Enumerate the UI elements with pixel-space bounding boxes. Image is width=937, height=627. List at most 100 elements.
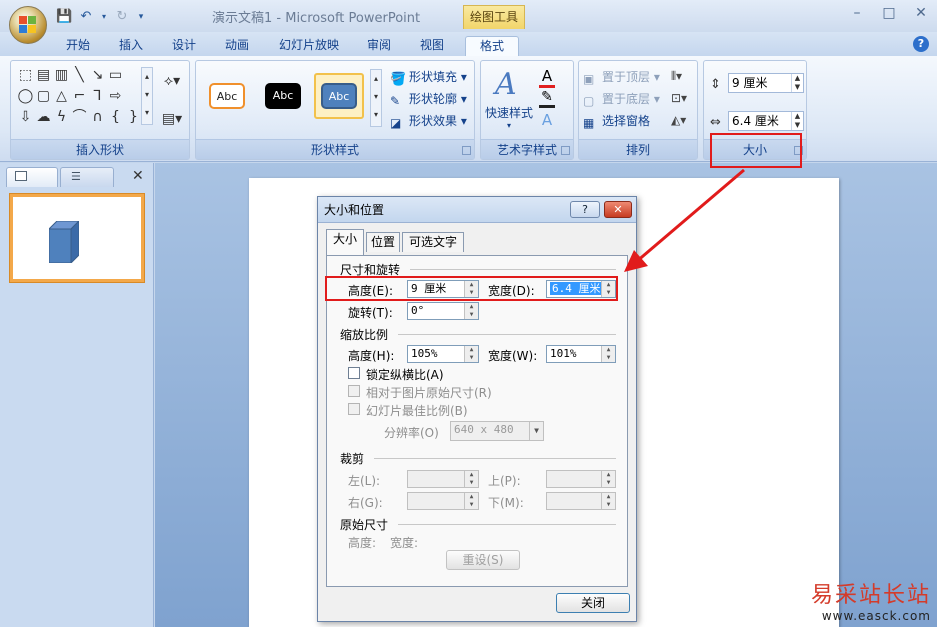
wordart-launcher-icon[interactable] xyxy=(561,146,570,155)
undo-dropdown-icon[interactable]: ▾ xyxy=(100,9,108,25)
tab-format[interactable]: 格式 xyxy=(465,36,519,56)
dialog-close-button[interactable]: 关闭 xyxy=(556,593,630,613)
shape-style-orange-outline[interactable]: Abc xyxy=(202,73,252,119)
edit-shape-icon[interactable]: ⟡▾ xyxy=(159,73,185,90)
textbox-insert-icon[interactable]: ▤▾ xyxy=(159,111,185,128)
curve-shape-icon[interactable]: ∩ xyxy=(89,109,106,126)
watermark: 易采站长站 www.easck.com xyxy=(811,577,931,623)
crop-bottom-input[interactable]: ▲ ▼ xyxy=(546,492,616,510)
vertical-textbox-shape-icon[interactable]: ▥ xyxy=(53,67,70,84)
tab-review[interactable]: 审阅 xyxy=(359,36,399,56)
lock-aspect-checkbox[interactable] xyxy=(348,367,360,379)
scale-width-spin-icon[interactable]: ▲ ▼ xyxy=(601,346,615,362)
crop-left-spin-icon[interactable]: ▲ ▼ xyxy=(464,471,478,487)
style-gallery-scroll[interactable]: ▴ ▾ ▾ xyxy=(370,69,382,127)
rotate-icon[interactable]: ◭▾ xyxy=(671,113,686,127)
textbox-shape-icon[interactable]: ▤ xyxy=(35,67,52,84)
annotation-arrow-icon xyxy=(624,168,745,272)
minimize-icon[interactable]: – xyxy=(841,4,873,24)
shape-width-input[interactable]: 6.4 厘米 ▲ ▼ xyxy=(728,111,804,131)
crop-right-spin-icon[interactable]: ▲ ▼ xyxy=(464,493,478,509)
crop-left-input[interactable]: ▲ ▼ xyxy=(407,470,479,488)
width-spinner-icon[interactable]: ▲ ▼ xyxy=(791,112,803,130)
shapes-gallery-scroll[interactable]: ▴ ▾ ▾ xyxy=(141,67,153,125)
dialog-help-button[interactable]: ? xyxy=(570,201,600,218)
shape-fill-button[interactable]: 🪣 形状填充 ▾ xyxy=(390,67,467,87)
rectangle-shape-icon[interactable]: ▭ xyxy=(107,67,124,84)
cloud-shape-icon[interactable]: ☁ xyxy=(35,109,52,126)
dialog-tab-alt-text[interactable]: 可选文字 xyxy=(402,232,464,252)
height-spinner-icon[interactable]: ▲ ▼ xyxy=(791,74,803,92)
wordart-a-icon[interactable]: A xyxy=(495,67,517,102)
pane-tabs: ☰ ✕ xyxy=(6,167,150,187)
group-insert-shapes: ⬚ ▤ ▥ ╲ ↘ ▭ ◯ ▢ △ ⌐ ⅂ ⇨ ⇩ ☁ ϟ ⌒ ∩ { } ▴ ▾… xyxy=(10,60,190,160)
tab-insert[interactable]: 插入 xyxy=(111,36,151,56)
crop-top-input[interactable]: ▲ ▼ xyxy=(546,470,616,488)
undo-icon[interactable]: ↶ xyxy=(78,9,94,25)
relative-original-checkbox[interactable] xyxy=(348,385,360,397)
lightning-shape-icon[interactable]: ϟ xyxy=(53,109,70,126)
elbow-arrow-connector-icon[interactable]: ⅂ xyxy=(89,88,106,105)
scale-height-input[interactable]: 105% ▲ ▼ xyxy=(407,345,479,363)
slides-tab-icon[interactable] xyxy=(6,167,58,187)
crop-bottom-spin-icon[interactable]: ▲ ▼ xyxy=(601,493,615,509)
text-effects-icon[interactable]: A xyxy=(539,111,555,129)
elbow-connector-icon[interactable]: ⌐ xyxy=(71,88,88,105)
redo-icon[interactable]: ↻ xyxy=(114,9,130,25)
send-to-back-button[interactable]: ▢ 置于底层 ▾ xyxy=(583,89,660,109)
resolution-select[interactable]: 640 x 480 ▼ xyxy=(450,421,544,441)
dialog-tab-position[interactable]: 位置 xyxy=(366,232,400,252)
text-outline-icon[interactable]: ✎ xyxy=(539,89,555,108)
arrow-line-shape-icon[interactable]: ↘ xyxy=(89,67,106,84)
arc-shape-icon[interactable]: ⌒ xyxy=(71,109,88,126)
tab-home[interactable]: 开始 xyxy=(58,36,98,56)
shape-height-input[interactable]: 9 厘米 ▲ ▼ xyxy=(728,73,804,93)
shape-style-black[interactable]: Abc xyxy=(258,73,308,119)
scale-height-spin-icon[interactable]: ▲ ▼ xyxy=(464,346,478,362)
down-arrow-shape-icon[interactable]: ⇩ xyxy=(17,109,34,126)
slide-thumbnail[interactable] xyxy=(10,194,144,282)
maximize-icon[interactable]: □ xyxy=(873,4,905,24)
triangle-shape-icon[interactable]: △ xyxy=(53,88,70,105)
tab-view[interactable]: 视图 xyxy=(412,36,452,56)
text-fill-icon[interactable]: A xyxy=(539,67,555,88)
bring-to-front-button[interactable]: ▣ 置于顶层 ▾ xyxy=(583,67,660,87)
brace-shape-icon[interactable]: { xyxy=(107,109,124,126)
resolution-dropdown-icon[interactable]: ▼ xyxy=(529,422,543,440)
cube-shape-icon[interactable]: ⬚ xyxy=(17,67,34,84)
rotation-input[interactable]: 0° ▲ ▼ xyxy=(407,302,479,320)
rounded-rect-shape-icon[interactable]: ▢ xyxy=(35,88,52,105)
close-pane-icon[interactable]: ✕ xyxy=(132,168,144,184)
crop-top-spin-icon[interactable]: ▲ ▼ xyxy=(601,471,615,487)
bracket-shape-icon[interactable]: } xyxy=(125,109,142,126)
quick-styles-button[interactable]: 快速样式 xyxy=(485,103,533,123)
tab-design[interactable]: 设计 xyxy=(164,36,204,56)
customize-qat-icon[interactable]: ▾ xyxy=(136,9,146,25)
quick-styles-dropdown-icon[interactable]: ▾ xyxy=(507,121,511,130)
group-objects-icon[interactable]: ⊡▾ xyxy=(671,91,687,105)
align-icon[interactable]: ⫴▾ xyxy=(671,69,682,84)
line-shape-icon[interactable]: ╲ xyxy=(71,67,88,84)
help-icon[interactable]: ? xyxy=(913,36,929,52)
oval-shape-icon[interactable]: ◯ xyxy=(17,88,34,105)
best-scale-checkbox[interactable] xyxy=(348,403,360,415)
rotation-spin-icon[interactable]: ▲ ▼ xyxy=(464,303,478,319)
office-button[interactable] xyxy=(9,6,47,44)
close-window-icon[interactable]: ✕ xyxy=(905,4,937,24)
crop-right-input[interactable]: ▲ ▼ xyxy=(407,492,479,510)
save-icon[interactable]: 💾 xyxy=(56,9,72,25)
shape-outline-button[interactable]: ✎ 形状轮廓 ▾ xyxy=(390,89,467,109)
tab-animation[interactable]: 动画 xyxy=(217,36,257,56)
scale-width-input[interactable]: 101% ▲ ▼ xyxy=(546,345,616,363)
shape-effects-button[interactable]: ◪ 形状效果 ▾ xyxy=(390,111,467,131)
tab-slideshow[interactable]: 幻灯片放映 xyxy=(273,36,345,56)
reset-button[interactable]: 重设(S) xyxy=(446,550,520,570)
outline-tab-icon[interactable]: ☰ xyxy=(60,167,114,187)
selection-pane-button[interactable]: ▦ 选择窗格 xyxy=(583,111,650,131)
right-arrow-shape-icon[interactable]: ⇨ xyxy=(107,88,124,105)
shape-style-blue-selected[interactable]: Abc xyxy=(314,73,364,119)
original-width-label: 宽度: xyxy=(390,536,419,550)
shape-styles-launcher-icon[interactable] xyxy=(462,146,471,155)
dialog-tab-size[interactable]: 大小 xyxy=(326,229,364,255)
office-logo-icon xyxy=(19,16,37,34)
